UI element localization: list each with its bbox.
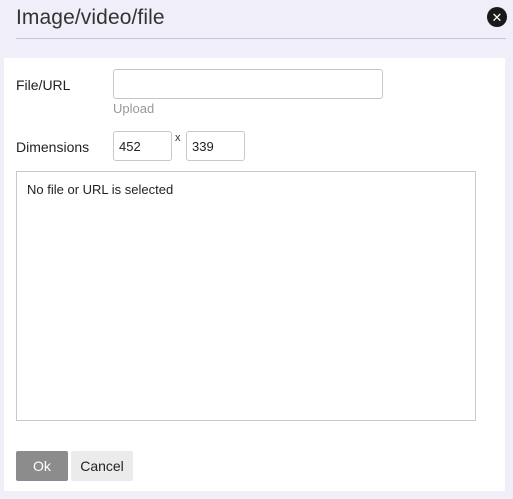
preview-area: No file or URL is selected	[16, 171, 476, 421]
ok-button[interactable]: Ok	[16, 451, 68, 481]
close-icon[interactable]: ✕	[487, 7, 507, 27]
width-input[interactable]	[113, 131, 172, 161]
file-url-input[interactable]	[113, 69, 383, 99]
preview-message: No file or URL is selected	[27, 182, 174, 197]
upload-link[interactable]: Upload	[113, 101, 154, 117]
dialog-title: Image/video/file	[16, 6, 165, 29]
height-input[interactable]	[186, 131, 245, 161]
dimensions-label: Dimensions	[16, 139, 90, 155]
dimension-separator: x	[175, 132, 181, 144]
file-url-label: File/URL	[16, 77, 71, 93]
cancel-button[interactable]: Cancel	[71, 451, 133, 481]
title-divider	[16, 38, 506, 39]
